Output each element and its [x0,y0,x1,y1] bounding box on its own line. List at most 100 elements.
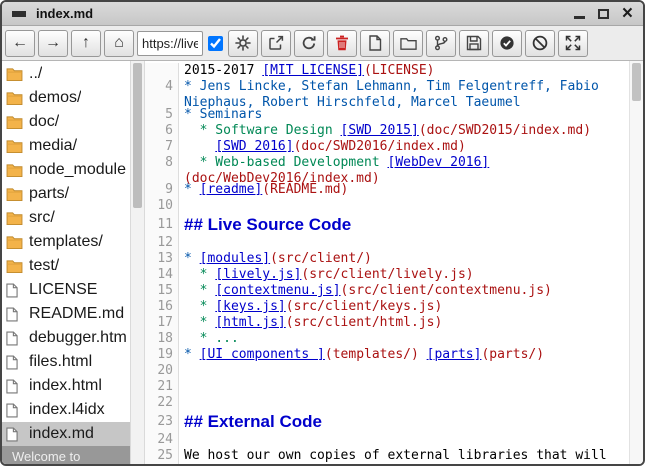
sidebar-item-label: debugger.html [29,329,126,347]
accept-button[interactable] [492,30,522,57]
md-link[interactable]: [parts] [427,347,482,362]
code-token: * [184,299,215,314]
sidebar-item-demos[interactable]: demos/ [2,86,130,110]
line-number: 15 [145,283,179,299]
line-number: 16 [145,299,179,315]
md-link[interactable]: [UI components ] [200,347,325,362]
line-number: 18 [145,331,179,347]
scrollbar-thumb[interactable] [632,63,641,101]
back-button[interactable]: ← [5,30,35,57]
sidebar-item-files-html[interactable]: files.html [2,350,130,374]
sidebar-item-label: files.html [29,353,92,371]
code-line-text: * [readme](README.md) [179,182,629,198]
up-button[interactable]: ↑ [71,30,101,57]
code-area[interactable]: 2015-2017 [MIT LICENSE](LICENSE)4* Jens … [145,61,629,464]
code-token: (src/client/contextmenu.js) [341,283,552,299]
menu-button[interactable] [12,11,26,17]
refresh-button[interactable] [294,30,324,57]
code-line-text [179,235,629,251]
code-line: 16 * [keys.js](src/client/keys.js) [145,299,629,315]
sidebar-item-[interactable]: ../ [2,62,130,86]
sidebar-item-readme-md[interactable]: README.md [2,302,130,326]
new-file-button[interactable] [360,30,390,57]
md-link[interactable]: [readme] [200,182,263,197]
code-line-text: [SWD 2016](doc/SWD2016/index.md) [179,139,629,155]
sidebar-item-label: test/ [29,257,59,275]
code-token: ## Live Source Code [184,215,351,234]
git-branch-button[interactable] [426,30,456,57]
code-token: (src/client/lively.js) [301,267,473,283]
code-token: * [184,283,215,298]
home-button[interactable]: ⌂ [104,30,134,57]
line-number: 22 [145,395,179,411]
sidebar-item-src[interactable]: src/ [2,206,130,230]
toolbar: ← → ↑ ⌂ [2,26,643,61]
md-link[interactable]: [MIT LICENSE] [262,63,364,78]
folder-icon [6,235,23,249]
file-icon [6,283,23,298]
new-folder-button[interactable] [393,30,423,57]
toolbar-checkbox[interactable] [208,36,223,51]
sidebar-item-index-html[interactable]: index.html [2,374,130,398]
open-external-button[interactable] [261,30,291,57]
home-icon: ⌂ [114,34,124,52]
hamburger-icon [12,11,26,17]
md-link[interactable]: [modules] [200,251,270,266]
fullscreen-button[interactable] [558,30,588,57]
md-link[interactable]: [SWD 2015] [341,123,419,138]
maximize-button[interactable] [598,9,609,19]
sidebar-item-doc[interactable]: doc/ [2,110,130,134]
minimize-button[interactable] [574,8,585,19]
delete-button[interactable] [327,30,357,57]
sidebar-item-debugger-html[interactable]: debugger.html [2,326,130,350]
code-line: 19* [UI components ](templates/) [parts]… [145,347,629,363]
code-token: * [184,315,215,330]
line-number: 21 [145,379,179,395]
sidebar-item-index-l4idx[interactable]: index.l4idx [2,398,130,422]
code-token [184,139,215,154]
cancel-button[interactable] [525,30,555,57]
line-number: 8 [145,155,179,183]
editor-scrollbar[interactable] [629,61,643,464]
save-button[interactable] [459,30,489,57]
code-token: * [184,347,200,362]
sidebar-item-test[interactable]: test/ [2,254,130,278]
code-line: 7 [SWD 2016](doc/SWD2016/index.md) [145,139,629,155]
code-line-text: * ... [179,331,629,347]
code-token: 2015-2017 [184,63,262,78]
sidebar-item-media[interactable]: media/ [2,134,130,158]
close-button[interactable]: × [622,7,633,21]
code-token: * [184,267,215,282]
md-link[interactable]: [html.js] [215,315,285,330]
code-line-text: ## Live Source Code [179,214,629,235]
address-input[interactable] [137,31,203,56]
line-number: 12 [145,235,179,251]
forward-button[interactable]: → [38,30,68,57]
md-link[interactable]: [SWD 2016] [215,139,293,154]
code-line-text [179,198,629,214]
md-link[interactable]: [keys.js] [215,299,285,314]
forward-arrow-icon: → [45,34,61,52]
sidebar-scrollbar[interactable] [130,61,145,464]
git-branch-icon [433,35,449,51]
settings-button[interactable] [228,30,258,57]
folder-icon [6,187,23,201]
scrollbar-thumb[interactable] [133,63,142,208]
md-link[interactable]: [contextmenu.js] [215,283,340,298]
folder-icon [6,163,23,177]
file-icon [6,331,23,346]
line-number [145,63,179,79]
sidebar-item-label: README.md [29,305,124,323]
sidebar-item-license[interactable]: LICENSE [2,278,130,302]
sidebar-item-index-md[interactable]: index.md [2,422,130,446]
code-line: 23## External Code [145,411,629,432]
folder-icon [6,139,23,153]
md-link[interactable]: [WebDev 2016] [388,155,490,170]
sidebar-item-templates[interactable]: templates/ [2,230,130,254]
sidebar-item-parts[interactable]: parts/ [2,182,130,206]
line-number: 24 [145,432,179,448]
code-token: * Software Design [184,123,341,138]
block-icon [532,35,548,51]
sidebar-item-node-modules[interactable]: node_modules/ [2,158,130,182]
md-link[interactable]: [lively.js] [215,267,301,282]
